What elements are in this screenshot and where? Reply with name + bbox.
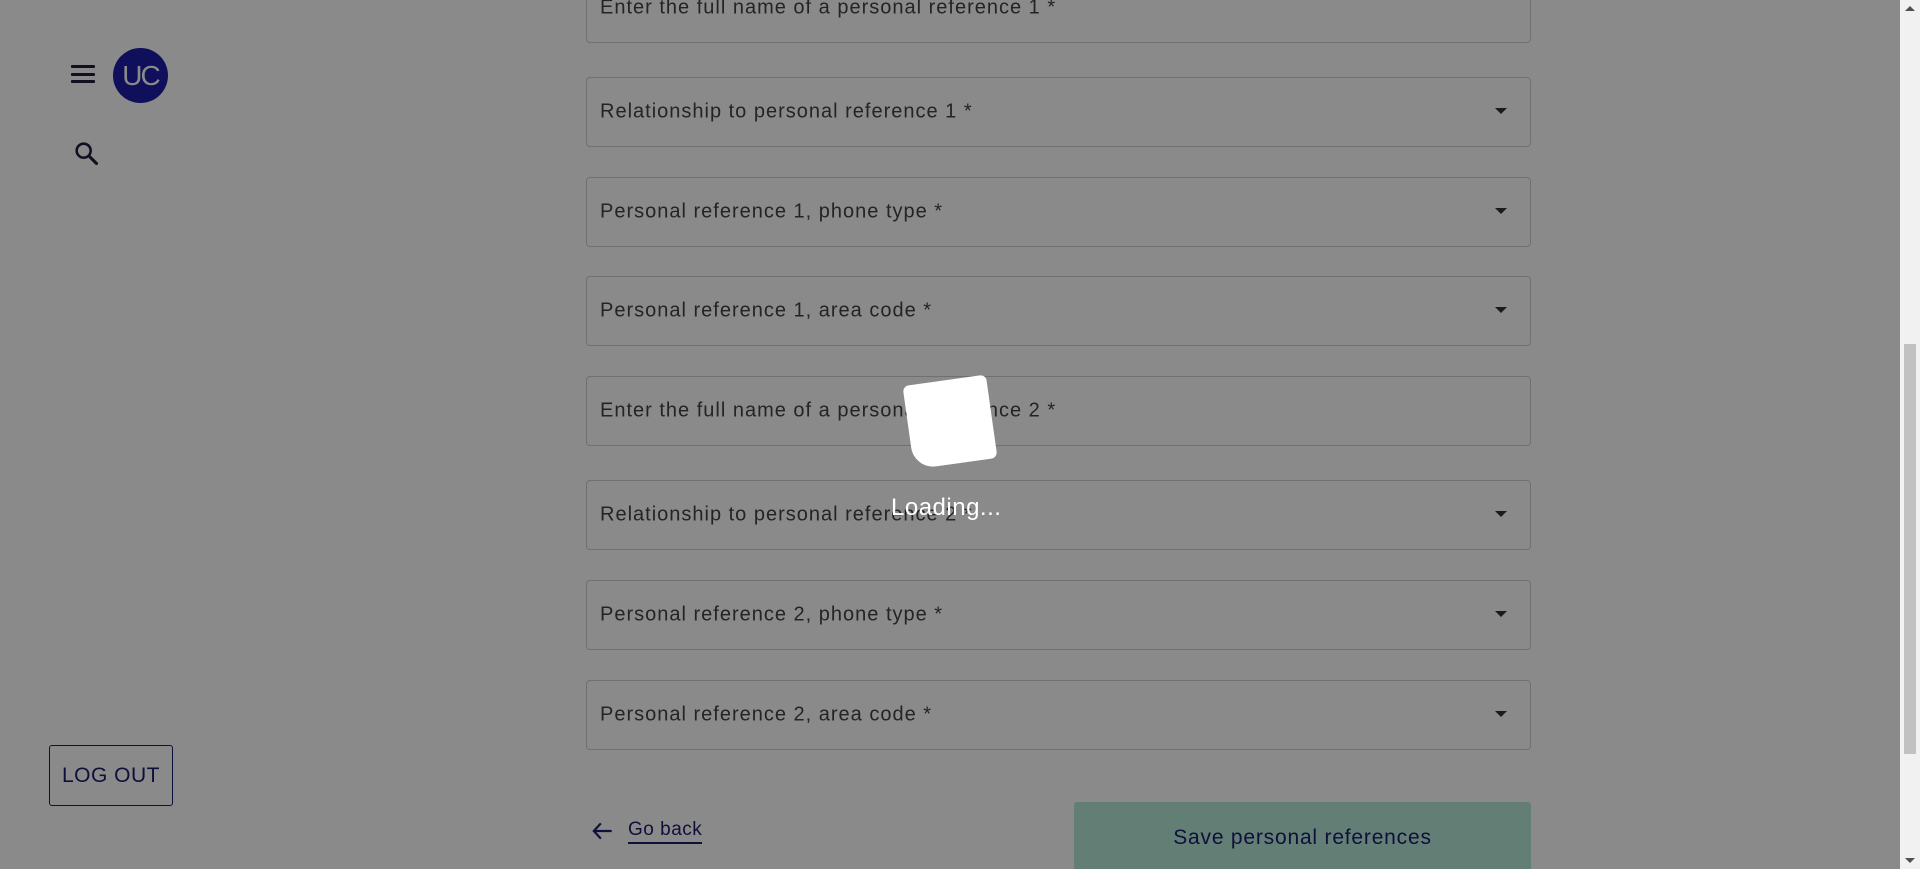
loading-overlay: Loading... (0, 0, 1900, 869)
loading-text: Loading... (891, 494, 1002, 521)
scrollbar-thumb[interactable] (1904, 344, 1916, 754)
scrollbar[interactable] (1900, 0, 1920, 869)
loading-spinner-icon (902, 374, 998, 470)
page: UC LOG OUT Enter the full name of a pers… (0, 0, 1920, 869)
scroll-up-arrow-icon[interactable] (1905, 6, 1915, 11)
scroll-down-arrow-icon[interactable] (1905, 858, 1915, 863)
